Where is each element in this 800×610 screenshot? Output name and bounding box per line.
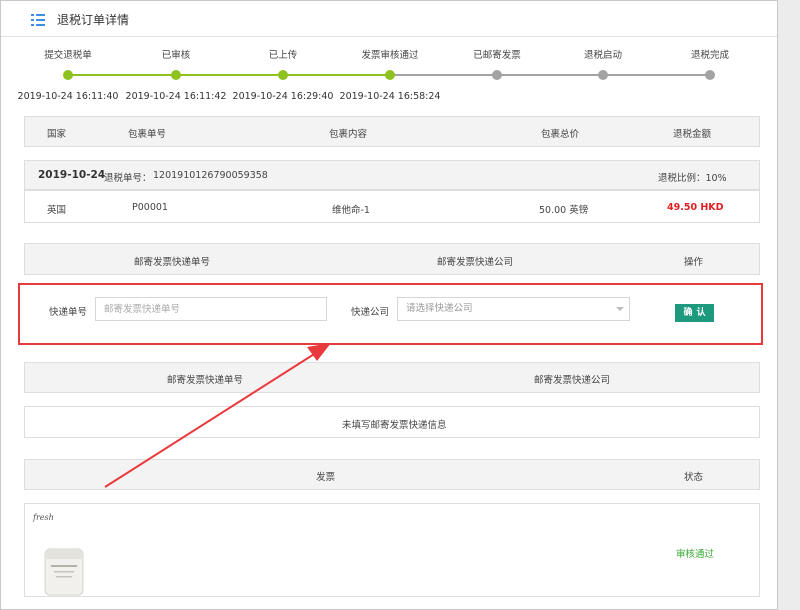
mail-info-empty-row: 未填写邮寄发票快递信息 [24,406,760,438]
step-time: 2019-10-24 16:11:40 [17,91,119,102]
mail-form-header: 邮寄发票快递单号 邮寄发票快递公司 操作 [24,243,760,275]
step-time: 2019-10-24 16:29:40 [232,91,334,102]
progress-steps: 提交退税单 2019-10-24 16:11:40 已审核 2019-10-24 16… [1,41,777,105]
step-dot [705,70,715,80]
list-icon [31,14,45,26]
step-label: 提交退税单 [44,50,92,61]
row-package-content: 维他命-1 [332,205,370,216]
col-info-company: 邮寄发票快递公司 [534,375,611,386]
row-package-no: P00001 [132,202,168,213]
col-refund-amount: 退税金额 [673,129,712,140]
page-header: 退税订单详情 [1,1,777,37]
row-country: 英国 [47,205,67,216]
row-refund-amount: 49.50 HKD [667,202,724,213]
step-dot [492,70,502,80]
step-label: 发票审核通过 [361,50,419,61]
col-package-no: 包裹单号 [128,129,167,140]
refund-no-label: 退税单号： [104,173,152,184]
progress-track-segment [603,74,710,76]
scrollbar-track[interactable] [778,0,800,610]
step-dot [278,70,288,80]
progress-track-segment [497,74,603,76]
step-label: 已审核 [161,50,191,61]
invoice-image[interactable] [43,541,85,597]
step-time: 2019-10-24 16:11:42 [125,91,227,102]
col-status: 状态 [684,472,704,483]
mail-info-header: 邮寄发票快递单号 邮寄发票快递公司 [24,362,760,393]
progress-track-segment [390,74,497,76]
invoice-header: 发票 状态 [24,459,760,490]
refund-ratio: 退税比例：10% [658,173,727,184]
page-title: 退税订单详情 [57,13,130,27]
col-package-total: 包裹总价 [541,129,580,140]
progress-track-segment [283,74,390,76]
step-dot [63,70,73,80]
order-date: 2019-10-24 [38,169,106,181]
order-group-header: 2019-10-24 退税单号： 1201910126790059358 退税比… [24,160,760,190]
col-invoice: 发票 [316,472,336,483]
step-label: 已邮寄发票 [473,50,521,61]
col-info-tracking: 邮寄发票快递单号 [167,375,244,386]
order-table-header: 国家 包裹单号 包裹内容 包裹总价 退税金额 [24,116,760,147]
col-mail-tracking: 邮寄发票快递单号 [134,257,211,268]
highlight-box [18,283,763,345]
col-country: 国家 [47,129,67,140]
refund-no: 1201910126790059358 [153,170,268,181]
step-label: 退税启动 [583,50,622,61]
invoice-brand: fresh [33,513,54,522]
row-package-total: 50.00 英镑 [539,205,589,216]
order-row: 英国 P00001 维他命-1 50.00 英镑 49.50 HKD [24,190,760,223]
page: 退税订单详情 提交退税单 2019-10-24 16:11:40 已审核 2019-1… [0,0,778,610]
col-action: 操作 [684,257,704,268]
progress-track-segment [68,74,176,76]
mail-info-empty: 未填写邮寄发票快递信息 [342,420,447,431]
step-dot [385,70,395,80]
col-mail-company: 邮寄发票快递公司 [437,257,514,268]
step-dot [598,70,608,80]
step-label: 已上传 [268,50,298,61]
step-dot [171,70,181,80]
invoice-row: fresh 审核通过 [24,503,760,597]
progress-track-segment [176,74,283,76]
step-time: 2019-10-24 16:58:24 [339,91,441,102]
invoice-status: 审核通过 [676,549,715,560]
col-package-content: 包裹内容 [329,129,368,140]
step-label: 退税完成 [690,50,729,61]
